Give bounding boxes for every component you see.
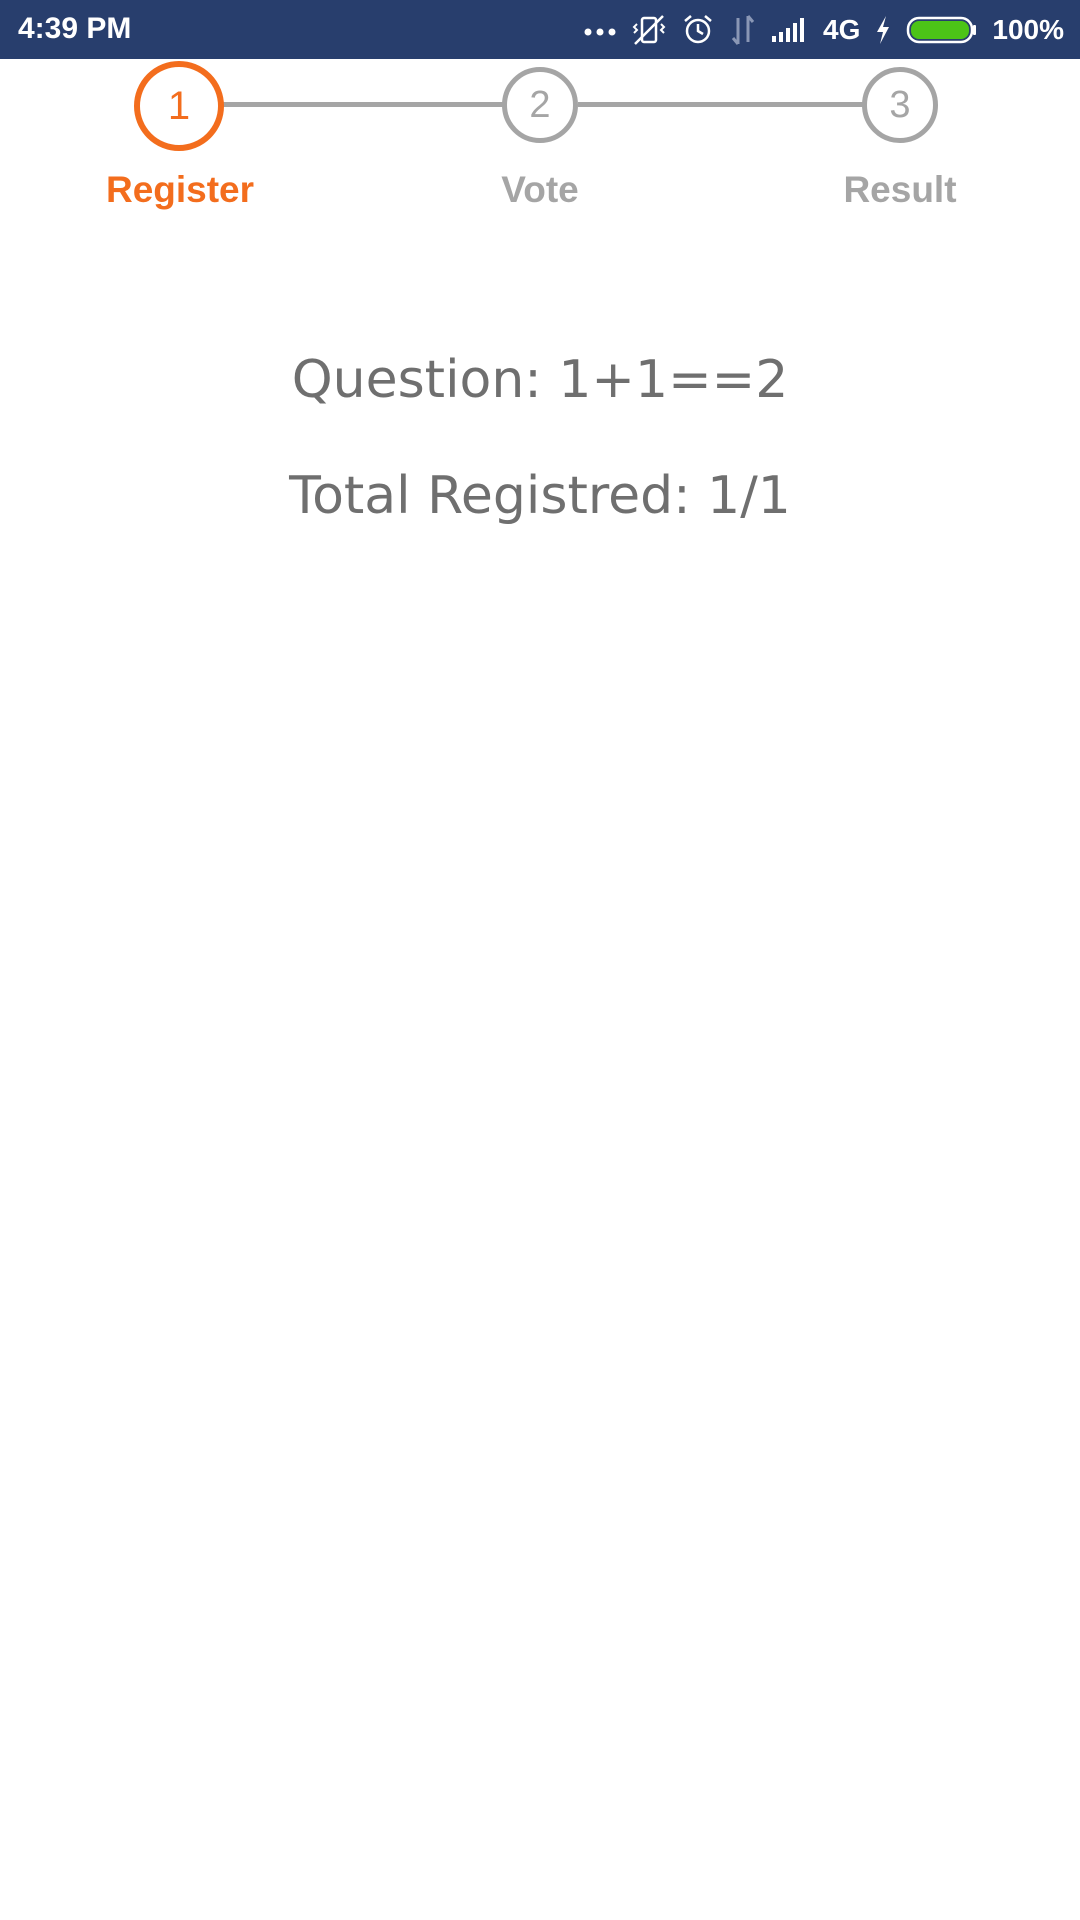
step-connector-1-2 — [222, 102, 504, 107]
step-2-label: Vote — [501, 169, 579, 210]
step-2-number: 2 — [529, 83, 551, 126]
charging-icon — [874, 15, 892, 45]
step-indicator: 1 2 3 Register Vote Result — [0, 59, 1080, 229]
signal-icon — [771, 16, 809, 44]
total-registered-text: Total Registred: 1/1 — [289, 466, 791, 526]
alarm-icon — [681, 13, 715, 47]
question-text: Question: 1+1==2 — [291, 350, 789, 410]
status-time: 4:39 PM — [18, 12, 132, 45]
status-bar: 4:39 PM 4G 100% — [0, 0, 1080, 59]
step-3-label: Result — [843, 169, 957, 210]
register-panel: Question: 1+1==2 Total Registred: 1/1 — [0, 340, 1080, 536]
battery-icon — [906, 15, 978, 45]
step-3-number: 3 — [889, 83, 911, 126]
status-icons: 4G 100% — [583, 0, 1064, 59]
step-3-circle[interactable]: 3 — [862, 67, 938, 143]
vibrate-mute-icon — [631, 13, 667, 47]
step-connector-2-3 — [578, 102, 864, 107]
step-1-label: Register — [105, 169, 255, 210]
data-transfer-icon — [729, 14, 757, 46]
step-1-circle[interactable]: 1 — [134, 61, 224, 151]
step-2-circle[interactable]: 2 — [502, 67, 578, 143]
more-dots-icon — [583, 23, 617, 37]
step-1-number: 1 — [167, 83, 191, 128]
battery-percent: 100% — [992, 13, 1064, 45]
network-type: 4G — [823, 13, 861, 45]
